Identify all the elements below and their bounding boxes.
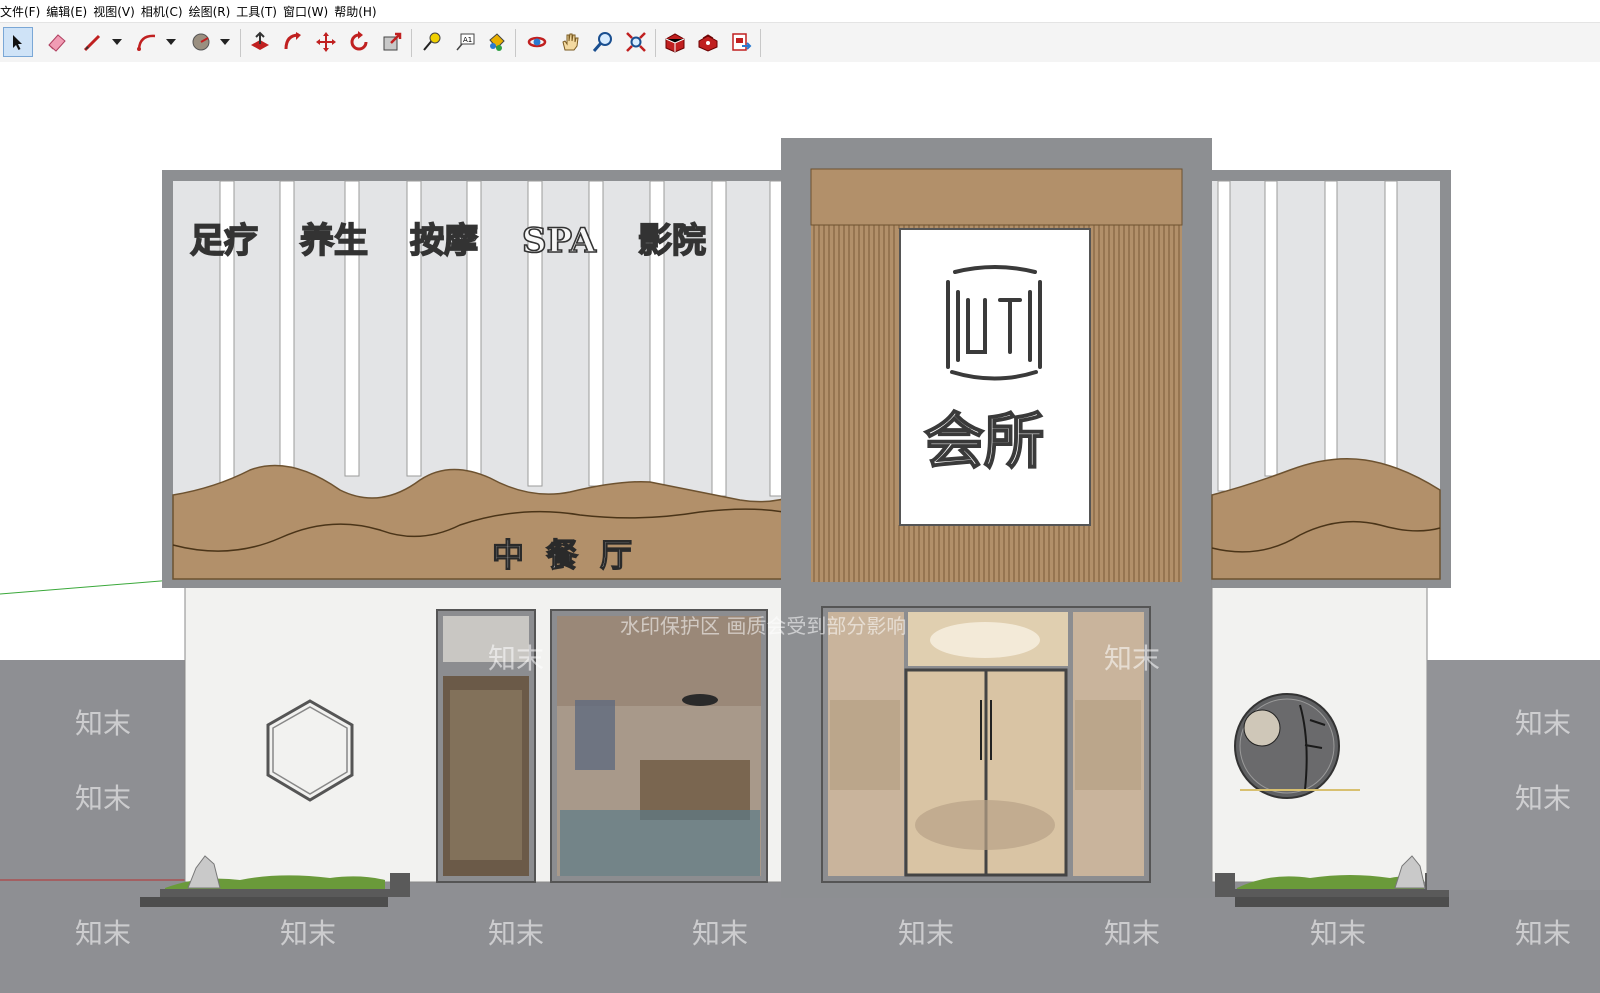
zoom-icon: [592, 32, 612, 52]
shape-tool-button[interactable]: [186, 27, 216, 57]
menu-view[interactable]: 视图(V): [93, 3, 141, 20]
menu-help[interactable]: 帮助(H): [334, 3, 382, 20]
model-viewport[interactable]: 足疗 养生 按摩 SPA 影院 中餐厅 会所 水印保护区 画质会受到部分影响 知…: [0, 62, 1600, 993]
menu-window[interactable]: 窗口(W): [283, 3, 334, 20]
eraser-icon: [48, 34, 66, 52]
svg-text:A1: A1: [463, 36, 472, 44]
scale-icon: [383, 32, 402, 51]
toolbar: A1: [0, 22, 1600, 64]
menu-camera[interactable]: 相机(C): [141, 3, 189, 20]
pan-hand-icon: [562, 33, 579, 51]
sign-word-3: 按摩: [410, 221, 478, 261]
menu-file[interactable]: 文件(F): [0, 3, 46, 20]
arc-tool-button[interactable]: [132, 27, 162, 57]
layout-send-icon: [732, 33, 752, 51]
zoom-tool-button[interactable]: [588, 27, 618, 57]
watermark-brand: 知末: [1104, 642, 1160, 675]
chevron-down-icon: [112, 39, 122, 45]
watermark-brand: 知末: [692, 917, 748, 950]
toolbar-separator: [655, 29, 656, 57]
send-to-layout-button[interactable]: [726, 27, 756, 57]
warehouse-button[interactable]: [660, 27, 690, 57]
arc-icon: [137, 34, 156, 51]
pan-tool-button[interactable]: [555, 27, 585, 57]
watermark-notice: 水印保护区 画质会受到部分影响: [620, 614, 906, 638]
sign-word-5: 影院: [638, 221, 706, 261]
extension-warehouse-icon: [698, 34, 718, 52]
paint-bucket-tool-button[interactable]: [481, 27, 511, 57]
tape-measure-tool-button[interactable]: [416, 27, 446, 57]
watermark-brand: 知末: [1104, 917, 1160, 950]
toolbar-separator: [240, 29, 241, 57]
center-tower-right-pillar: [1166, 578, 1184, 896]
line-tool-dropdown[interactable]: [111, 35, 123, 49]
orbit-icon: [527, 36, 547, 48]
move-tool-button[interactable]: [311, 27, 341, 57]
restaurant-sign: 中餐厅: [492, 536, 654, 574]
watermark-brand: 知末: [1310, 917, 1366, 950]
menu-edit[interactable]: 编辑(E): [46, 3, 93, 20]
move-icon: [316, 32, 336, 52]
tape-measure-icon: [423, 32, 441, 51]
push-pull-tool-button[interactable]: [245, 27, 275, 57]
orbit-tool-button[interactable]: [522, 27, 552, 57]
menu-draw[interactable]: 绘图(R): [189, 3, 237, 20]
select-arrow-icon: [13, 35, 22, 50]
arc-tool-dropdown[interactable]: [165, 35, 177, 49]
watermark-brand: 知末: [898, 917, 954, 950]
watermark-brand: 知末: [280, 917, 336, 950]
rotate-icon: [350, 31, 368, 51]
circle-shape-icon: [192, 33, 210, 51]
follow-me-tool-button[interactable]: [278, 27, 308, 57]
pencil-line-icon: [83, 34, 101, 52]
rotate-tool-button[interactable]: [344, 27, 374, 57]
line-tool-button[interactable]: [78, 27, 108, 57]
text-label-icon: A1: [456, 33, 475, 51]
sign-word-1: 足疗: [190, 221, 258, 261]
select-tool-button[interactable]: [3, 27, 33, 57]
watermark-brand: 知末: [75, 707, 131, 740]
watermark-brand: 知末: [75, 917, 131, 950]
warehouse-icon: [665, 33, 685, 53]
toolbar-separator: [411, 29, 412, 57]
text-tool-button[interactable]: A1: [450, 27, 480, 57]
restaurant-window: [550, 609, 768, 883]
watermark-brand: 知末: [75, 782, 131, 815]
eraser-tool-button[interactable]: [42, 27, 72, 57]
menu-tools[interactable]: 工具(T): [236, 3, 283, 20]
follow-me-icon: [284, 32, 301, 50]
scale-tool-button[interactable]: [377, 27, 407, 57]
watermark-brand: 知末: [1515, 917, 1571, 950]
toolbar-separator: [760, 29, 761, 57]
shape-tool-dropdown[interactable]: [219, 35, 231, 49]
watermark-brand: 知末: [1515, 782, 1571, 815]
menu-bar: 文件(F) 编辑(E) 视图(V) 相机(C) 绘图(R) 工具(T) 窗口(W…: [0, 0, 1600, 22]
zoom-extents-tool-button[interactable]: [621, 27, 651, 57]
sign-word-2: 养生: [300, 221, 368, 261]
club-sign: 会所: [924, 407, 1044, 477]
toolbar-separator: [515, 29, 516, 57]
distant-ground-right: [1427, 660, 1600, 890]
sign-word-4: SPA: [522, 221, 597, 261]
extension-warehouse-button[interactable]: [693, 27, 723, 57]
paint-bucket-icon: [489, 33, 505, 51]
watermark-brand: 知末: [488, 642, 544, 675]
chevron-down-icon: [166, 39, 176, 45]
watermark-brand: 知末: [488, 917, 544, 950]
zoom-extents-icon: [626, 32, 646, 52]
push-pull-icon: [251, 31, 269, 50]
chevron-down-icon: [220, 39, 230, 45]
lobby-double-door[interactable]: [904, 668, 1068, 877]
watermark-brand: 知末: [1515, 707, 1571, 740]
